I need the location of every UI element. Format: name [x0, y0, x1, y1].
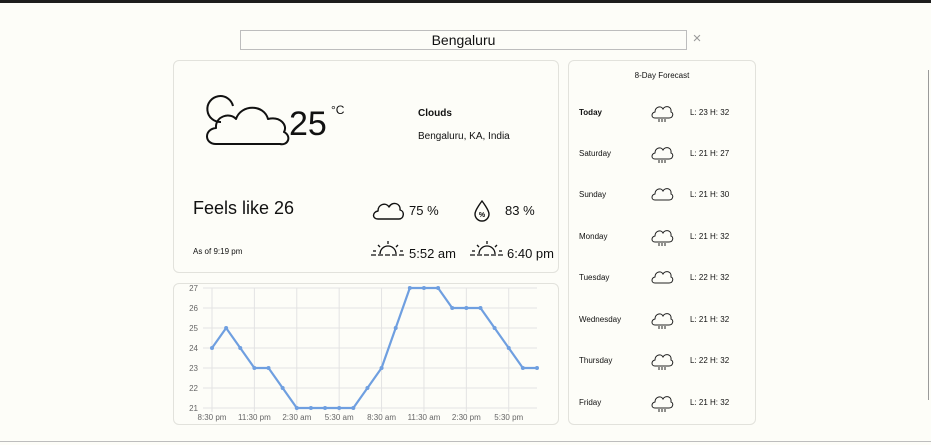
data-point[interactable]: [520, 366, 525, 370]
data-point[interactable]: [407, 286, 412, 290]
forecast-day-label: Today: [579, 108, 602, 117]
y-tick-label: 23: [189, 364, 198, 373]
forecast-day-label: Thursday: [579, 356, 613, 365]
x-tick-label: 5:30 am: [325, 413, 354, 422]
rain-cloud-icon: [651, 396, 674, 412]
rain-cloud-icon: [651, 354, 674, 370]
forecast-temp-range: L: 23 H: 32: [690, 108, 730, 117]
x-tick-label: 5:30 pm: [494, 413, 523, 422]
y-tick-label: 22: [189, 384, 198, 393]
data-point[interactable]: [308, 406, 313, 410]
forecast-temp-range: L: 22 H: 32: [690, 273, 730, 282]
forecast-temp-range: L: 21 H: 30: [690, 190, 730, 199]
data-point[interactable]: [323, 406, 328, 410]
data-point[interactable]: [492, 326, 497, 330]
data-point[interactable]: [252, 366, 257, 370]
x-tick-label: 8:30 am: [367, 413, 396, 422]
forecast-day-label: Wednesday: [579, 315, 622, 324]
weather-condition: Clouds: [418, 108, 452, 119]
data-point[interactable]: [280, 386, 285, 390]
x-tick-label: 2:30 pm: [452, 413, 481, 422]
cloud-cover-value: 75 %: [409, 203, 439, 218]
forecast-temp-range: L: 21 H: 32: [690, 232, 730, 241]
data-point[interactable]: [464, 306, 469, 310]
data-point[interactable]: [266, 366, 271, 370]
data-point[interactable]: [506, 346, 511, 350]
data-point[interactable]: [337, 406, 342, 410]
cloud-icon: [651, 188, 674, 201]
y-tick-label: 21: [189, 404, 198, 413]
data-point[interactable]: [393, 326, 398, 330]
data-point[interactable]: [224, 326, 229, 330]
forecast-day-label: Monday: [579, 232, 608, 241]
data-point[interactable]: [238, 346, 243, 350]
svg-text:%: %: [479, 212, 486, 219]
city-search-input[interactable]: Bengaluru: [240, 30, 687, 50]
rain-cloud-icon: [651, 147, 674, 163]
sunset-icon: [470, 241, 504, 256]
forecast-temp-range: L: 21 H: 32: [690, 315, 730, 324]
forecast-day-label: Friday: [579, 398, 602, 407]
data-point[interactable]: [210, 346, 214, 350]
y-tick-label: 27: [189, 284, 198, 293]
x-tick-label: 11:30 am: [408, 413, 441, 422]
data-point[interactable]: [478, 306, 483, 310]
data-point[interactable]: [436, 286, 441, 290]
cloud-icon: [372, 202, 404, 220]
x-tick-label: 8:30 pm: [198, 413, 227, 422]
forecast-title: 8-Day Forecast: [634, 71, 690, 80]
forecast-day-label: Tuesday: [579, 273, 610, 282]
data-point[interactable]: [421, 286, 426, 290]
forecast-temp-range: L: 22 H: 32: [690, 356, 730, 365]
humidity-value: 83 %: [505, 203, 535, 218]
clear-search-button[interactable]: ×: [690, 31, 704, 47]
rain-cloud-icon: [651, 106, 674, 122]
forecast-day-label: Sunday: [579, 190, 607, 199]
data-point[interactable]: [379, 366, 384, 370]
window-bottom-border: [0, 441, 931, 442]
y-tick-label: 26: [189, 304, 198, 313]
cloud-icon: [651, 271, 674, 284]
y-tick-label: 24: [189, 344, 198, 353]
forecast-temp-range: L: 21 H: 27: [690, 149, 730, 158]
last-updated-time: As of 9:19 pm: [193, 247, 243, 256]
forecast-day-label: Saturday: [579, 149, 612, 158]
location-label: Bengaluru, KA, India: [418, 131, 510, 142]
rain-cloud-icon: [651, 230, 674, 246]
x-tick-label: 2:30 am: [282, 413, 311, 422]
y-tick-label: 25: [189, 324, 198, 333]
data-point[interactable]: [450, 306, 455, 310]
data-point[interactable]: [535, 366, 539, 370]
sunrise-icon: [371, 241, 405, 256]
hourly-temperature-chart: 21 22 23 24 25 26 27 8:30 pm 11:30 pm 2:30 am 5:30…: [189, 284, 539, 422]
sunset-time: 6:40 pm: [507, 246, 554, 261]
data-point[interactable]: [294, 406, 299, 410]
x-tick-label: 11:30 pm: [238, 413, 271, 422]
rain-cloud-icon: [651, 313, 674, 329]
forecast-temp-range: L: 21 H: 32: [690, 398, 730, 407]
scrollbar-edge: [928, 70, 929, 400]
window-top-border: [0, 0, 931, 3]
humidity-drop-icon: %: [474, 199, 490, 222]
feels-like: Feels like 26: [193, 198, 295, 218]
cloudy-night-icon: [206, 95, 290, 146]
sunrise-time: 5:52 am: [409, 246, 456, 261]
temperature-unit: °C: [331, 103, 345, 117]
data-point[interactable]: [351, 406, 356, 410]
data-point[interactable]: [365, 386, 370, 390]
current-temperature: 25: [289, 105, 327, 143]
